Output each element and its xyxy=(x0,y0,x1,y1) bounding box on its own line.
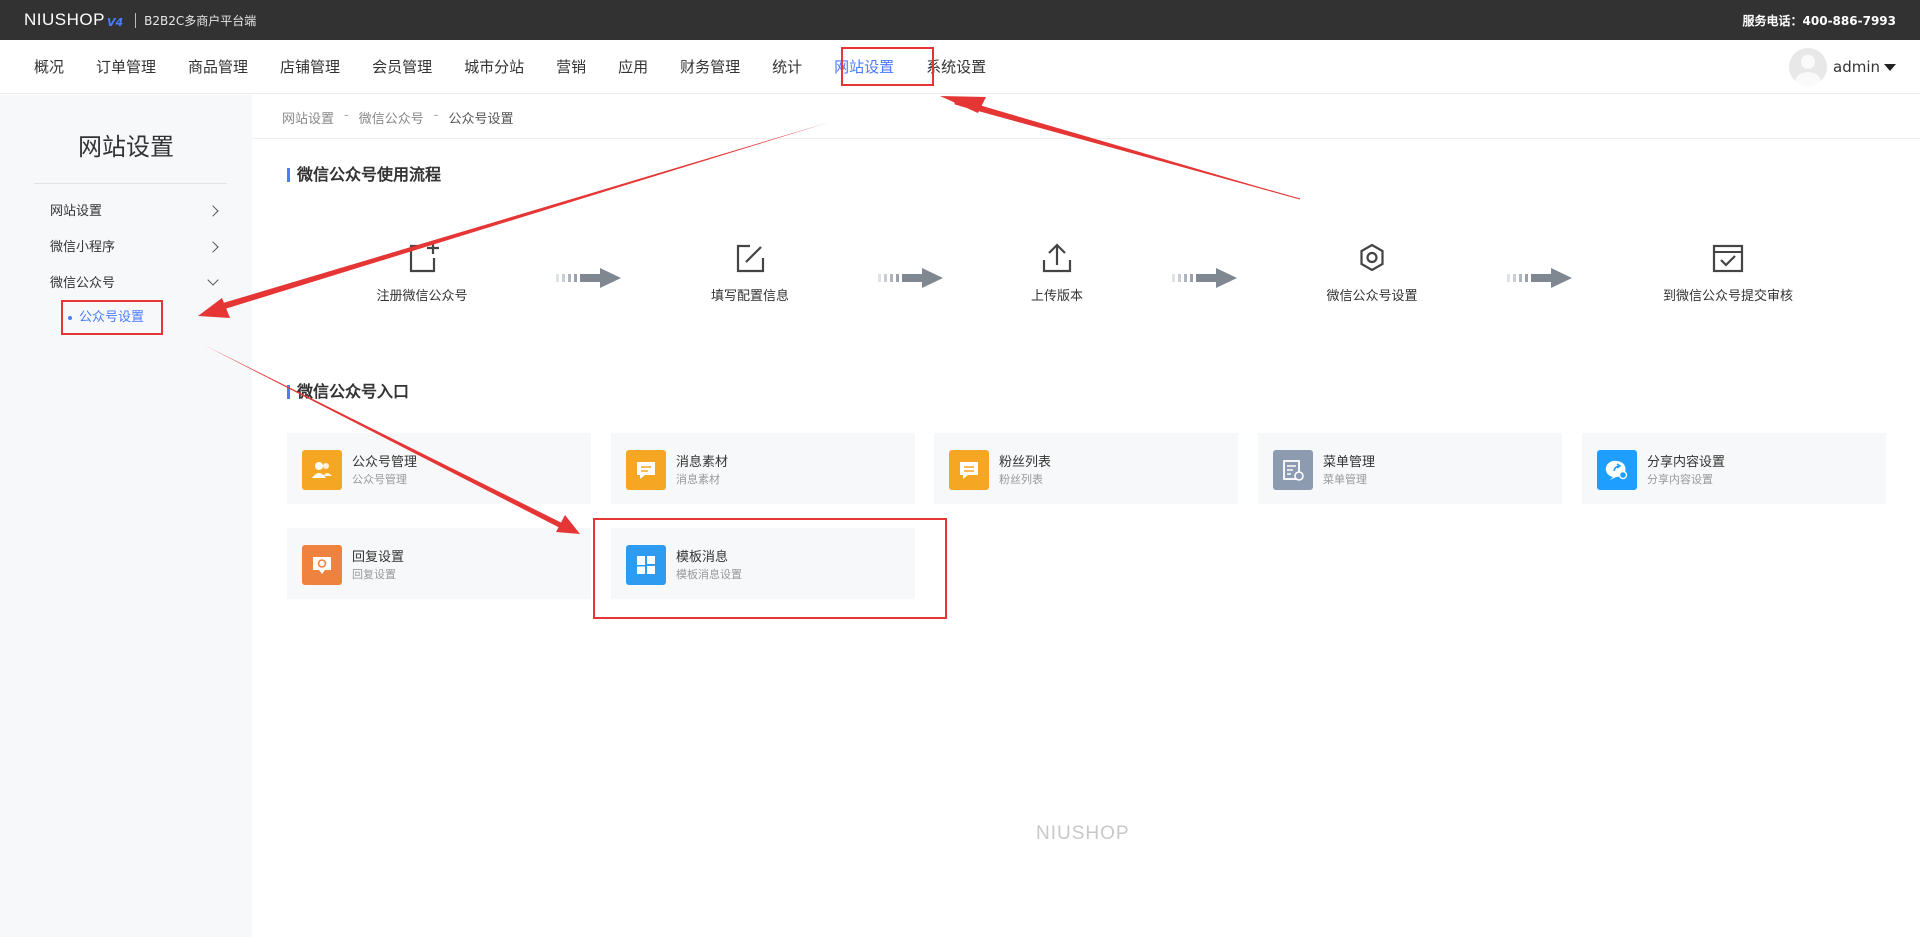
nav-item-shops[interactable]: 店铺管理 xyxy=(264,40,356,94)
flow-step-register: 注册微信公众号 xyxy=(332,240,512,304)
flow-step-upload: 上传版本 xyxy=(967,240,1147,304)
card-desc: 回复设置 xyxy=(352,568,396,581)
breadcrumb-current: 公众号设置 xyxy=(448,112,514,127)
flow-step-config: 填写配置信息 xyxy=(660,240,840,304)
breadcrumb-divider xyxy=(252,138,1920,139)
breadcrumb-item[interactable]: 网站设置 xyxy=(282,108,334,127)
sidebar-item-mini-program[interactable]: 微信小程序 xyxy=(34,230,227,266)
chevron-down-icon xyxy=(207,274,219,286)
nav-item-overview[interactable]: 概况 xyxy=(18,40,80,94)
chevron-right-icon xyxy=(207,205,219,217)
breadcrumb-separator: - xyxy=(344,108,349,123)
entry-card-account-manage[interactable]: 公众号管理 公众号管理 xyxy=(287,433,591,504)
sidebar-title: 网站设置 xyxy=(78,133,174,161)
fans-list-icon xyxy=(949,450,989,490)
card-title: 回复设置 xyxy=(352,550,405,565)
flow-arrow-icon xyxy=(556,268,621,288)
menu-manage-icon xyxy=(1273,450,1313,490)
nav-item-city-station[interactable]: 城市分站 xyxy=(448,40,540,94)
nav-item-goods[interactable]: 商品管理 xyxy=(172,40,264,94)
sidebar-item-label: 微信小程序 xyxy=(50,240,116,255)
flow-arrow-icon xyxy=(1507,268,1572,288)
sidebar-subitem-account-settings[interactable]: 公众号设置 xyxy=(61,300,163,335)
check-calendar-icon xyxy=(1712,244,1744,273)
nav-item-marketing[interactable]: 营销 xyxy=(540,40,602,94)
flow-step-label: 填写配置信息 xyxy=(710,289,789,304)
card-desc: 粉丝列表 xyxy=(999,473,1043,486)
entry-card-menu-manage[interactable]: 菜单管理 菜单管理 xyxy=(1258,433,1562,504)
brand-logo[interactable]: NIUSHOP V4 B2B2C多商户平台端 xyxy=(24,8,256,32)
entry-card-share-settings[interactable]: 分享内容设置 分享内容设置 xyxy=(1582,433,1886,504)
card-desc: 分享内容设置 xyxy=(1647,473,1713,486)
card-title: 分享内容设置 xyxy=(1647,455,1726,470)
breadcrumb: 网站设置 - 微信公众号 - 公众号设置 xyxy=(282,108,513,127)
card-title: 粉丝列表 xyxy=(999,455,1052,470)
nav-highlight-box xyxy=(841,47,934,86)
card-desc: 公众号管理 xyxy=(352,473,407,486)
caret-down-icon xyxy=(1884,63,1896,71)
card-title: 消息素材 xyxy=(676,455,729,470)
sidebar-item-site-settings[interactable]: 网站设置 xyxy=(34,194,227,230)
share-icon xyxy=(1597,450,1637,490)
sidebar-item-label: 网站设置 xyxy=(50,204,103,219)
user-menu[interactable]: admin xyxy=(1789,48,1896,86)
reply-icon xyxy=(302,545,342,585)
nav-item-members[interactable]: 会员管理 xyxy=(356,40,448,94)
nav-item-statistics[interactable]: 统计 xyxy=(756,40,818,94)
service-phone: 服务电话：400-886-7993 xyxy=(1742,14,1896,28)
sidebar-item-label: 微信公众号 xyxy=(50,276,116,291)
entry-card-reply-settings[interactable]: 回复设置 回复设置 xyxy=(287,528,591,599)
entry-card-message-material[interactable]: 消息素材 消息素材 xyxy=(611,433,915,504)
logo-text: NIUSHOP xyxy=(24,10,105,29)
entry-section-title: 微信公众号入口 xyxy=(287,382,409,402)
flow-step-label: 注册微信公众号 xyxy=(376,289,468,304)
card-title: 公众号管理 xyxy=(352,455,418,470)
upload-icon xyxy=(1042,243,1072,273)
footer-logo: NIUSHOP xyxy=(1036,823,1130,844)
platform-subtitle: B2B2C多商户平台端 xyxy=(144,13,257,28)
sidebar-divider xyxy=(34,183,227,184)
top-bar: NIUSHOP V4 B2B2C多商户平台端 服务电话：400-886-7993 xyxy=(0,0,1920,40)
nav-item-finance[interactable]: 财务管理 xyxy=(664,40,756,94)
card-desc: 菜单管理 xyxy=(1323,473,1367,486)
nav-item-apps[interactable]: 应用 xyxy=(602,40,664,94)
user-name: admin xyxy=(1833,58,1880,76)
gear-icon xyxy=(1360,243,1384,272)
nav-item-orders[interactable]: 订单管理 xyxy=(80,40,172,94)
message-icon xyxy=(626,450,666,490)
avatar xyxy=(1789,48,1827,86)
breadcrumb-item[interactable]: 微信公众号 xyxy=(359,108,424,127)
flow-arrow-icon xyxy=(1172,268,1237,288)
add-square-icon xyxy=(409,242,439,273)
flow-section-title: 微信公众号使用流程 xyxy=(287,165,441,185)
entry-card-fans-list[interactable]: 粉丝列表 粉丝列表 xyxy=(934,433,1238,504)
users-icon xyxy=(302,450,342,490)
flow-arrow-icon xyxy=(878,268,943,288)
flow-step-label: 到微信公众号提交审核 xyxy=(1662,289,1793,304)
logo-divider xyxy=(135,12,137,28)
chevron-right-icon xyxy=(207,241,219,253)
flow-step-label: 上传版本 xyxy=(1030,289,1083,304)
sidebar: 网站设置 网站设置 微信小程序 微信公众号 公众号设置 xyxy=(0,95,252,937)
flow-step-label: 微信公众号设置 xyxy=(1326,289,1418,304)
breadcrumb-separator: - xyxy=(433,108,439,123)
flow-step-submit: 到微信公众号提交审核 xyxy=(1638,240,1818,304)
card-highlight-box xyxy=(593,518,947,619)
flow-step-settings: 微信公众号设置 xyxy=(1282,240,1462,304)
main-nav: 概况 订单管理 商品管理 店铺管理 会员管理 城市分站 营销 应用 财务管理 统… xyxy=(0,40,1920,94)
sidebar-item-official-account[interactable]: 微信公众号 xyxy=(34,266,227,302)
logo-version: V4 xyxy=(106,16,124,29)
card-title: 菜单管理 xyxy=(1323,455,1376,470)
edit-icon xyxy=(736,244,765,273)
card-desc: 消息素材 xyxy=(676,473,720,486)
